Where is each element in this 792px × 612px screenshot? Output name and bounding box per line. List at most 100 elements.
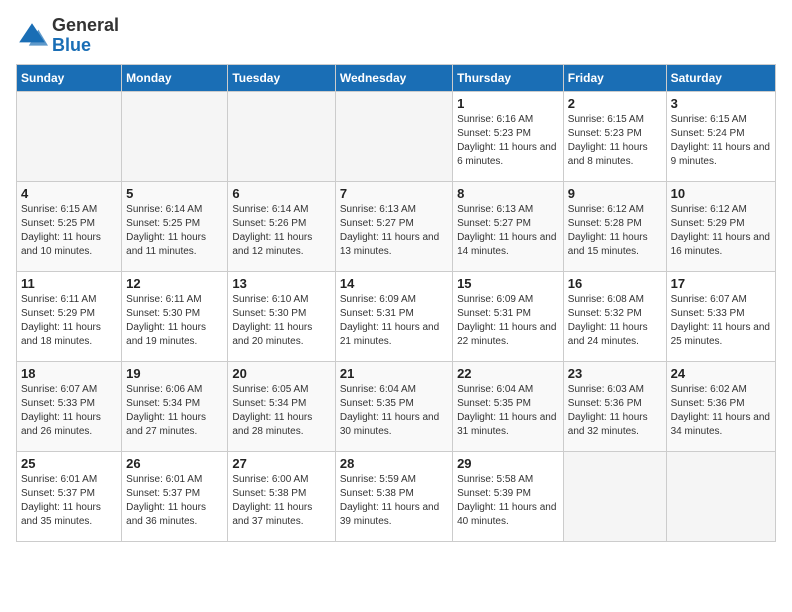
calendar-cell: 19Sunrise: 6:06 AM Sunset: 5:34 PM Dayli… xyxy=(122,361,228,451)
day-number: 23 xyxy=(568,366,662,381)
page-header: General Blue xyxy=(16,16,776,56)
cell-info: Sunrise: 6:09 AM Sunset: 5:31 PM Dayligh… xyxy=(340,293,448,349)
calendar-cell: 23 Sunrise: 6:03 AM Sunset: 5:36 PM Dayli… xyxy=(563,361,666,451)
cell-info: Sunrise: 6:15 AM Sunset: 5:25 PM Dayligh… xyxy=(21,203,117,259)
header-cell-sunday: Sunday xyxy=(17,64,122,91)
calendar-cell: 9 Sunrise: 6:12 AM Sunset: 5:28 PM Daylig… xyxy=(563,181,666,271)
logo-icon xyxy=(16,20,48,52)
calendar-cell: 21Sunrise: 6:04 AM Sunset: 5:35 PM Dayli… xyxy=(335,361,452,451)
cell-info: Sunrise: 6:13 AM Sunset: 5:27 PM Dayligh… xyxy=(340,203,448,259)
cell-info: Sunrise: 6:01 AM Sunset: 5:37 PM Dayligh… xyxy=(21,473,117,529)
day-number: 8 xyxy=(457,186,559,201)
logo-text: General Blue xyxy=(52,16,119,56)
day-number: 12 xyxy=(126,276,223,291)
day-number: 20 xyxy=(232,366,330,381)
cell-info: Sunrise: 6:12 AM Sunset: 5:29 PM Dayligh… xyxy=(671,203,771,259)
day-number: 13 xyxy=(232,276,330,291)
calendar-cell: 11 Sunrise: 6:11 AM Sunset: 5:29 PM Dayli… xyxy=(17,271,122,361)
cell-info: Sunrise: 6:04 AM Sunset: 5:35 PM Dayligh… xyxy=(457,383,559,439)
day-number: 11 xyxy=(21,276,117,291)
calendar-cell xyxy=(666,451,775,541)
day-number: 1 xyxy=(457,96,559,111)
day-number: 27 xyxy=(232,456,330,471)
day-number: 17 xyxy=(671,276,771,291)
week-row-4: 18 Sunrise: 6:07 AM Sunset: 5:33 PM Dayli… xyxy=(17,361,776,451)
header-cell-friday: Friday xyxy=(563,64,666,91)
day-number: 15 xyxy=(457,276,559,291)
calendar-cell xyxy=(563,451,666,541)
header-cell-wednesday: Wednesday xyxy=(335,64,452,91)
calendar-cell: 6 Sunrise: 6:14 AM Sunset: 5:26 PM Daylig… xyxy=(228,181,335,271)
calendar-cell xyxy=(122,91,228,181)
day-number: 10 xyxy=(671,186,771,201)
cell-info: Sunrise: 6:13 AM Sunset: 5:27 PM Dayligh… xyxy=(457,203,559,259)
day-number: 2 xyxy=(568,96,662,111)
calendar-cell: 12 Sunrise: 6:11 AM Sunset: 5:30 PM Dayli… xyxy=(122,271,228,361)
day-number: 4 xyxy=(21,186,117,201)
cell-info: Sunrise: 6:11 AM Sunset: 5:29 PM Dayligh… xyxy=(21,293,117,349)
cell-info: Sunrise: 6:07 AM Sunset: 5:33 PM Dayligh… xyxy=(21,383,117,439)
header-cell-tuesday: Tuesday xyxy=(228,64,335,91)
calendar-cell: 4 Sunrise: 6:15 AM Sunset: 5:25 PM Daylig… xyxy=(17,181,122,271)
day-number: 25 xyxy=(21,456,117,471)
cell-info: Sunrise: 6:14 AM Sunset: 5:25 PM Dayligh… xyxy=(126,203,223,259)
day-number: 16 xyxy=(568,276,662,291)
calendar-cell: 8 Sunrise: 6:13 AM Sunset: 5:27 PM Daylig… xyxy=(453,181,564,271)
day-number: 5 xyxy=(126,186,223,201)
cell-info: Sunrise: 6:02 AM Sunset: 5:36 PM Dayligh… xyxy=(671,383,771,439)
header-row: SundayMondayTuesdayWednesdayThursdayFrid… xyxy=(17,64,776,91)
cell-info: Sunrise: 6:03 AM Sunset: 5:36 PM Dayligh… xyxy=(568,383,662,439)
week-row-1: 1 Sunrise: 6:16 AM Sunset: 5:23 PM Daylig… xyxy=(17,91,776,181)
cell-info: Sunrise: 6:16 AM Sunset: 5:23 PM Dayligh… xyxy=(457,113,559,169)
calendar-cell: 18 Sunrise: 6:07 AM Sunset: 5:33 PM Dayli… xyxy=(17,361,122,451)
day-number: 14 xyxy=(340,276,448,291)
week-row-2: 4 Sunrise: 6:15 AM Sunset: 5:25 PM Daylig… xyxy=(17,181,776,271)
day-number: 22 xyxy=(457,366,559,381)
week-row-5: 25 Sunrise: 6:01 AM Sunset: 5:37 PM Dayli… xyxy=(17,451,776,541)
day-number: 24 xyxy=(671,366,771,381)
day-number: 9 xyxy=(568,186,662,201)
cell-info: Sunrise: 6:06 AM Sunset: 5:34 PM Dayligh… xyxy=(126,383,223,439)
cell-info: Sunrise: 6:07 AM Sunset: 5:33 PM Dayligh… xyxy=(671,293,771,349)
cell-info: Sunrise: 6:14 AM Sunset: 5:26 PM Dayligh… xyxy=(232,203,330,259)
cell-info: Sunrise: 6:00 AM Sunset: 5:38 PM Dayligh… xyxy=(232,473,330,529)
calendar-cell xyxy=(228,91,335,181)
calendar-cell: 28 Sunrise: 5:59 AM Sunset: 5:38 PM Dayli… xyxy=(335,451,452,541)
header-cell-thursday: Thursday xyxy=(453,64,564,91)
header-cell-monday: Monday xyxy=(122,64,228,91)
calendar-cell: 17 Sunrise: 6:07 AM Sunset: 5:33 PM Dayli… xyxy=(666,271,775,361)
cell-info: Sunrise: 5:59 AM Sunset: 5:38 PM Dayligh… xyxy=(340,473,448,529)
cell-info: Sunrise: 6:15 AM Sunset: 5:23 PM Dayligh… xyxy=(568,113,662,169)
calendar-cell: 27 Sunrise: 6:00 AM Sunset: 5:38 PM Dayli… xyxy=(228,451,335,541)
day-number: 29 xyxy=(457,456,559,471)
cell-info: Sunrise: 6:12 AM Sunset: 5:28 PM Dayligh… xyxy=(568,203,662,259)
calendar-cell: 15 Sunrise: 6:09 AM Sunset: 5:31 PM Dayli… xyxy=(453,271,564,361)
week-row-3: 11 Sunrise: 6:11 AM Sunset: 5:29 PM Dayli… xyxy=(17,271,776,361)
day-number: 7 xyxy=(340,186,448,201)
day-number: 28 xyxy=(340,456,448,471)
calendar-cell: 2 Sunrise: 6:15 AM Sunset: 5:23 PM Daylig… xyxy=(563,91,666,181)
cell-info: Sunrise: 6:01 AM Sunset: 5:37 PM Dayligh… xyxy=(126,473,223,529)
logo: General Blue xyxy=(16,16,119,56)
calendar-cell: 14 Sunrise: 6:09 AM Sunset: 5:31 PM Dayli… xyxy=(335,271,452,361)
cell-info: Sunrise: 6:11 AM Sunset: 5:30 PM Dayligh… xyxy=(126,293,223,349)
calendar-cell: 5 Sunrise: 6:14 AM Sunset: 5:25 PM Daylig… xyxy=(122,181,228,271)
calendar-cell: 7 Sunrise: 6:13 AM Sunset: 5:27 PM Daylig… xyxy=(335,181,452,271)
calendar-cell: 20Sunrise: 6:05 AM Sunset: 5:34 PM Dayli… xyxy=(228,361,335,451)
cell-info: Sunrise: 5:58 AM Sunset: 5:39 PM Dayligh… xyxy=(457,473,559,529)
cell-info: Sunrise: 6:08 AM Sunset: 5:32 PM Dayligh… xyxy=(568,293,662,349)
cell-info: Sunrise: 6:15 AM Sunset: 5:24 PM Dayligh… xyxy=(671,113,771,169)
day-number: 6 xyxy=(232,186,330,201)
day-number: 18 xyxy=(21,366,117,381)
calendar-cell: 16 Sunrise: 6:08 AM Sunset: 5:32 PM Dayli… xyxy=(563,271,666,361)
calendar-cell: 26Sunrise: 6:01 AM Sunset: 5:37 PM Dayli… xyxy=(122,451,228,541)
calendar-table: SundayMondayTuesdayWednesdayThursdayFrid… xyxy=(16,64,776,542)
day-number: 3 xyxy=(671,96,771,111)
calendar-cell: 29 Sunrise: 5:58 AM Sunset: 5:39 PM Dayli… xyxy=(453,451,564,541)
calendar-cell: 3 Sunrise: 6:15 AM Sunset: 5:24 PM Daylig… xyxy=(666,91,775,181)
cell-info: Sunrise: 6:09 AM Sunset: 5:31 PM Dayligh… xyxy=(457,293,559,349)
calendar-cell: 25 Sunrise: 6:01 AM Sunset: 5:37 PM Dayli… xyxy=(17,451,122,541)
calendar-cell: 24 Sunrise: 6:02 AM Sunset: 5:36 PM Dayli… xyxy=(666,361,775,451)
day-number: 21 xyxy=(340,366,448,381)
calendar-cell: 10 Sunrise: 6:12 AM Sunset: 5:29 PM Dayli… xyxy=(666,181,775,271)
